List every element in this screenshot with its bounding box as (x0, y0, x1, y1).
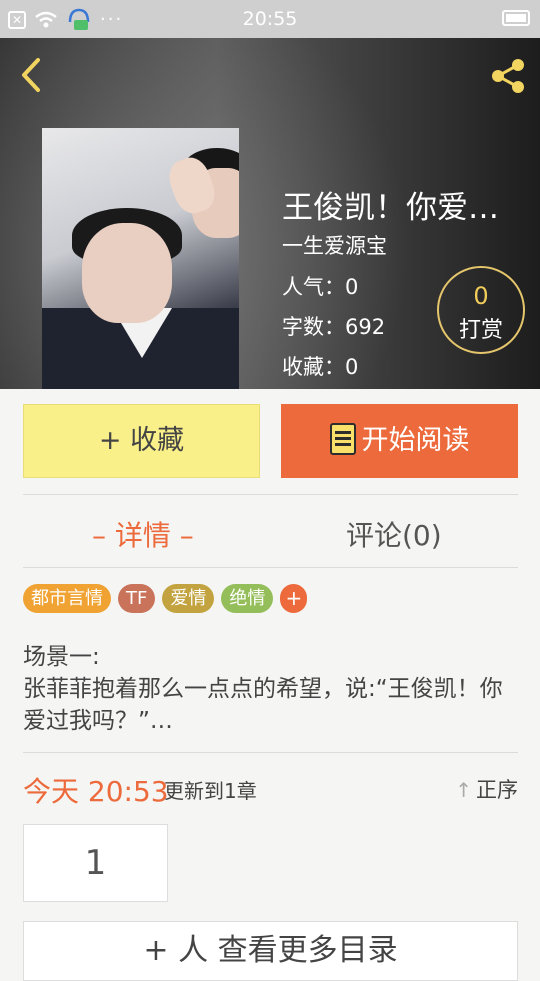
chapter-1-button[interactable]: 1 (23, 824, 168, 902)
book-title: 王俊凯！你爱… (282, 190, 499, 226)
tag-urban-romance[interactable]: 都市言情 (23, 584, 111, 613)
popularity-stat: 人气：0 (282, 275, 359, 299)
reward-button[interactable]: 0 打赏 (437, 266, 525, 354)
tag-list: 都市言情 TF 爱情 绝情 + (23, 584, 308, 613)
tab-details[interactable]: – 详情 – (92, 514, 194, 554)
synopsis-line: 张菲菲抱着那么一点点的希望，说:“王俊凯！你爱过我吗？”… (23, 676, 503, 734)
battery-icon (502, 10, 530, 26)
favorites-stat: 收藏：0 (282, 355, 359, 379)
back-button[interactable] (16, 56, 46, 94)
update-time: 今天 20:53 (23, 775, 169, 808)
book-synopsis[interactable]: 场景一: 张菲菲抱着那么一点点的希望，说:“王俊凯！你爱过我吗？”… (23, 641, 518, 737)
tag-tf[interactable]: TF (118, 584, 156, 613)
book-icon (329, 422, 356, 455)
share-icon (492, 59, 524, 93)
book-header: 王俊凯！你爱… 一生爱源宝 人气：0 字数：692 收藏：0 0 打赏 (0, 38, 540, 389)
sort-order-label: 正序 (476, 778, 518, 802)
tag-heartless[interactable]: 绝情 (221, 584, 274, 613)
divider (23, 494, 518, 495)
start-reading-button[interactable]: 开始阅读 (281, 404, 518, 478)
share-button[interactable] (488, 56, 528, 96)
add-tag-button[interactable]: + (280, 584, 308, 613)
word-count-stat: 字数：692 (282, 315, 386, 339)
arrow-up-icon: ↑ (455, 778, 472, 802)
sort-order-button[interactable]: ↑ 正序 (455, 774, 518, 804)
tag-love[interactable]: 爱情 (162, 584, 215, 613)
chevron-left-icon (22, 58, 40, 92)
view-more-chapters-button[interactable]: + 人 查看更多目录 (23, 921, 518, 981)
reward-count: 0 (473, 282, 489, 310)
book-author[interactable]: 一生爱源宝 (282, 230, 387, 260)
status-time: 20:55 (242, 8, 298, 30)
tab-comments[interactable]: 评论(0) (346, 514, 442, 554)
update-status: 更新到1章 (164, 779, 257, 803)
divider (23, 752, 518, 753)
status-bar: ✕ ··· 20:55 (0, 0, 540, 38)
add-to-favorites-button[interactable]: + 收藏 (23, 404, 260, 478)
book-cover-image[interactable] (42, 128, 239, 389)
synopsis-line: 场景一: (23, 644, 100, 670)
divider (23, 567, 518, 568)
reward-label: 打赏 (458, 318, 503, 343)
start-reading-label: 开始阅读 (361, 425, 470, 456)
